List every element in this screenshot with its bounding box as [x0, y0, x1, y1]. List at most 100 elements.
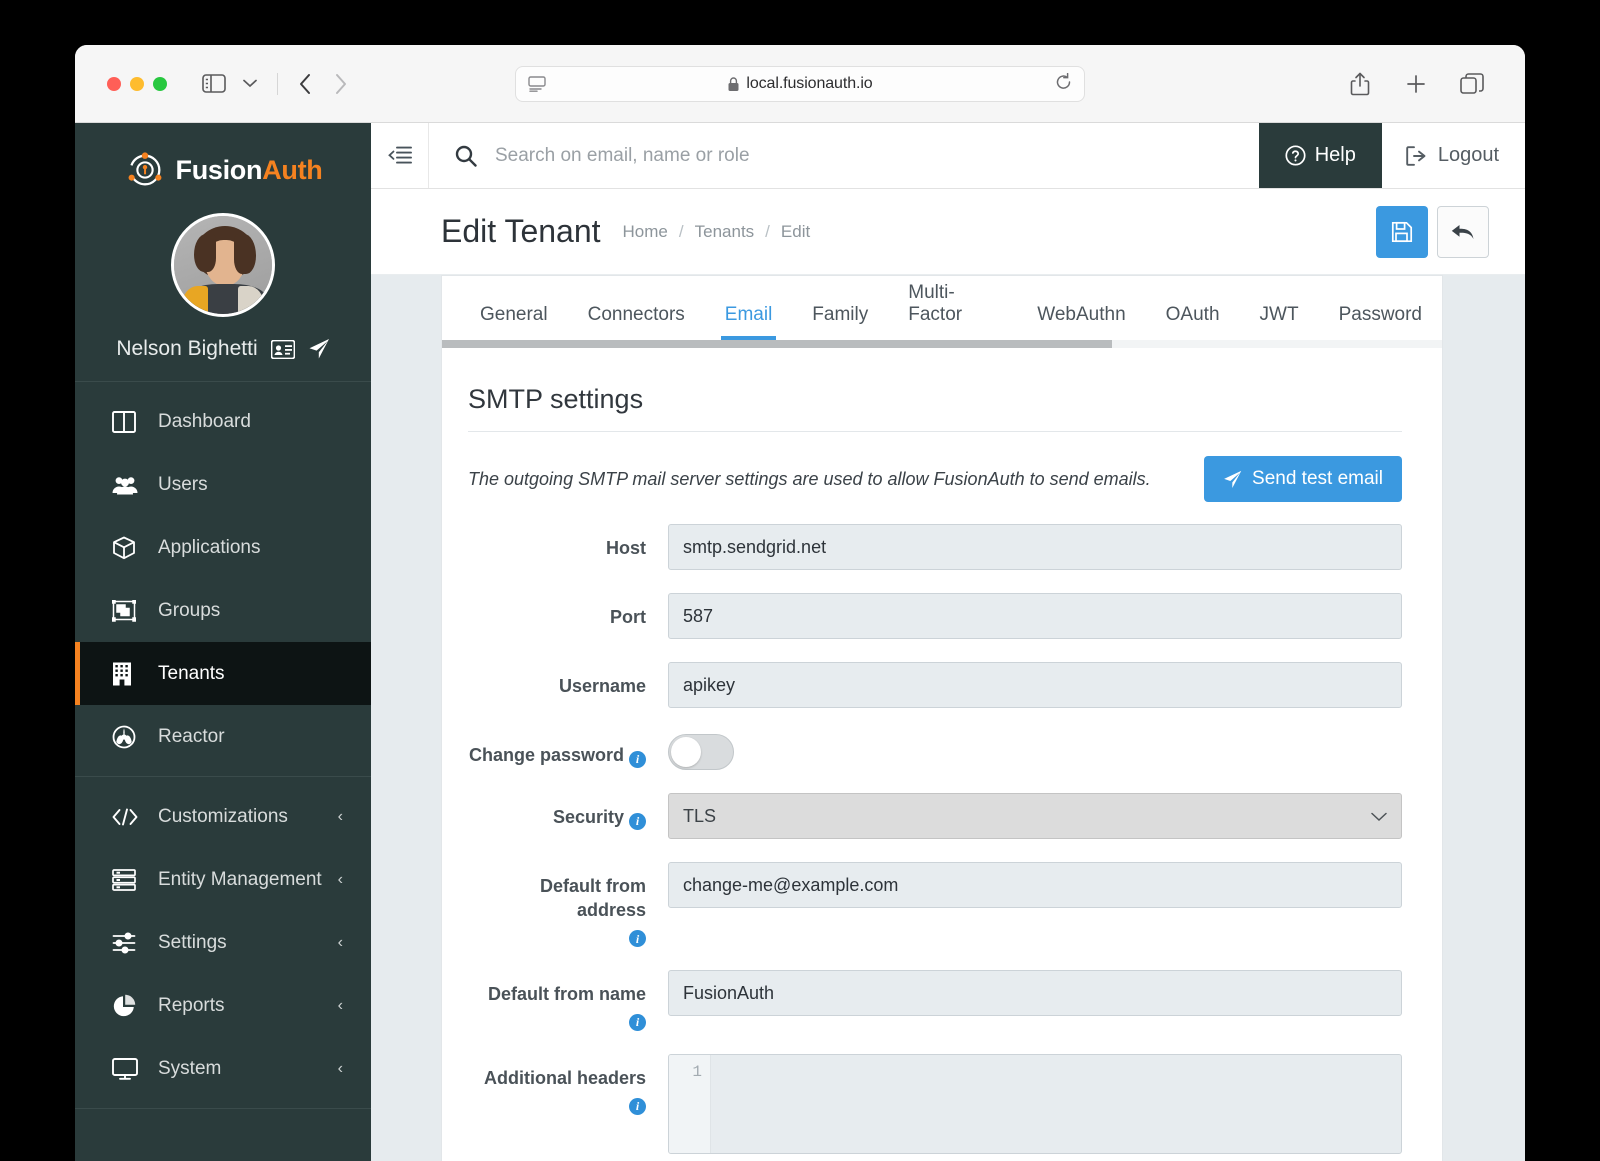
info-icon[interactable]: i	[629, 750, 646, 768]
tab-multi-factor[interactable]: Multi-Factor	[888, 282, 1017, 340]
server-icon	[112, 868, 142, 891]
sidebar-item-system[interactable]: System ‹	[75, 1037, 371, 1100]
chevron-down-icon[interactable]	[233, 67, 267, 101]
logout-label: Logout	[1437, 144, 1499, 166]
sidebar-item-tenants[interactable]: Tenants	[75, 642, 371, 705]
users-icon	[112, 475, 142, 495]
username-input[interactable]	[668, 662, 1402, 708]
toolbar-divider	[277, 72, 278, 95]
plus-icon[interactable]	[1399, 67, 1433, 101]
building-icon	[112, 662, 142, 686]
tab-bar: General Connectors Email Family Multi-Fa…	[442, 276, 1442, 340]
sidebar-item-reports[interactable]: Reports ‹	[75, 974, 371, 1037]
info-icon[interactable]: i	[629, 930, 646, 948]
sidebar-item-settings[interactable]: Settings ‹	[75, 911, 371, 974]
sidebar-item-dashboard[interactable]: Dashboard	[75, 390, 371, 453]
cancel-back-button[interactable]	[1437, 205, 1489, 258]
sidebar-item-entity-management[interactable]: Entity Management ‹	[75, 848, 371, 911]
sidebar-item-reactor[interactable]: Reactor	[75, 705, 371, 768]
breadcrumb-separator: /	[678, 221, 684, 241]
tab-scrollbar-thumb[interactable]	[442, 340, 1112, 348]
default-from-address-label: Default from address i	[468, 862, 668, 948]
search-area[interactable]	[429, 123, 1259, 188]
info-icon[interactable]: i	[629, 1097, 646, 1115]
sidebar-item-label: Groups	[158, 599, 221, 621]
sidebar-item-label: Users	[158, 473, 208, 495]
default-from-name-input[interactable]	[668, 970, 1402, 1017]
send-test-email-button[interactable]: Send test email	[1204, 456, 1402, 502]
sliders-icon	[112, 932, 142, 954]
chevron-left-icon: ‹	[337, 996, 343, 1014]
fusionauth-mark-icon	[124, 149, 166, 191]
tab-jwt[interactable]: JWT	[1240, 304, 1319, 340]
sidebar-item-label: Reports	[158, 994, 225, 1016]
info-icon[interactable]: i	[629, 812, 646, 830]
section-title: SMTP settings	[468, 384, 1402, 432]
security-select[interactable]: TLS	[668, 793, 1402, 839]
port-input[interactable]	[668, 593, 1402, 639]
fusionauth-logo[interactable]: FusionAuth	[75, 149, 371, 191]
reactor-icon	[112, 725, 142, 749]
pie-chart-icon	[112, 994, 142, 1018]
sidebar-item-users[interactable]: Users	[75, 453, 371, 516]
tab-general[interactable]: General	[460, 304, 568, 340]
tab-label: Family	[812, 304, 869, 325]
cube-icon	[112, 536, 142, 560]
page-title: Edit Tenant	[441, 213, 601, 249]
maximize-window-button[interactable]	[153, 76, 167, 91]
reader-view-icon[interactable]	[528, 76, 546, 92]
tab-email[interactable]: Email	[705, 304, 793, 340]
tab-connectors[interactable]: Connectors	[568, 304, 705, 340]
collapse-sidebar-icon[interactable]	[371, 123, 429, 188]
forward-arrow-icon[interactable]	[324, 67, 358, 101]
sidebar-item-customizations[interactable]: Customizations ‹	[75, 785, 371, 848]
tab-scrollbar[interactable]	[442, 340, 1442, 348]
minimize-window-button[interactable]	[130, 76, 144, 91]
tab-label: JWT	[1259, 304, 1299, 325]
host-input[interactable]	[668, 524, 1402, 570]
sidebar-item-label: Reactor	[158, 725, 225, 747]
reload-icon[interactable]	[1055, 72, 1072, 96]
share-icon[interactable]	[1343, 67, 1377, 101]
tab-oauth[interactable]: OAuth	[1146, 304, 1240, 340]
paper-plane-icon[interactable]	[308, 338, 330, 360]
additional-headers-editor[interactable]: 1	[668, 1054, 1402, 1155]
breadcrumb-item-edit[interactable]: Edit	[781, 222, 810, 242]
tab-family[interactable]: Family	[792, 304, 888, 340]
sidebar-item-applications[interactable]: Applications	[75, 516, 371, 579]
help-button[interactable]: Help	[1258, 123, 1382, 188]
save-button[interactable]	[1376, 205, 1428, 258]
tab-webauthn[interactable]: WebAuthn	[1017, 304, 1145, 340]
dashboard-icon	[112, 410, 142, 433]
url-bar[interactable]: local.fusionauth.io	[515, 66, 1085, 102]
chevron-down-icon	[1371, 806, 1387, 827]
close-window-button[interactable]	[107, 76, 121, 91]
form-row-additional-headers: Additional headers i 1	[468, 1054, 1402, 1155]
avatar[interactable]	[171, 213, 275, 317]
chevron-left-icon: ‹	[337, 870, 343, 888]
sidebar-item-groups[interactable]: Groups	[75, 579, 371, 642]
tab-password[interactable]: Password	[1319, 304, 1442, 340]
lock-icon	[728, 77, 739, 91]
search-input[interactable]	[495, 144, 1058, 167]
breadcrumb-item-home[interactable]: Home	[623, 222, 668, 242]
breadcrumb-item-tenants[interactable]: Tenants	[695, 222, 755, 242]
save-floppy-icon	[1391, 221, 1413, 243]
default-from-name-label-text: Default from name	[487, 984, 646, 1005]
additional-headers-label-text: Additional headers	[483, 1068, 646, 1089]
logout-button[interactable]: Logout	[1382, 123, 1525, 188]
id-card-icon[interactable]	[270, 339, 295, 359]
security-label: Security i	[468, 793, 668, 830]
code-icon	[112, 808, 142, 826]
code-text-area[interactable]	[711, 1055, 1401, 1153]
change-password-toggle[interactable]	[668, 734, 734, 770]
sidebar-toggle-icon[interactable]	[197, 67, 231, 101]
user-name: Nelson Bighetti	[116, 337, 258, 360]
info-icon[interactable]: i	[629, 1014, 646, 1032]
back-arrow-icon[interactable]	[288, 67, 322, 101]
chevron-left-icon: ‹	[337, 1059, 343, 1077]
search-icon	[455, 145, 477, 167]
tab-overview-icon[interactable]	[1455, 67, 1489, 101]
default-from-address-input[interactable]	[668, 862, 1402, 908]
sidebar-item-label: Tenants	[158, 662, 225, 684]
